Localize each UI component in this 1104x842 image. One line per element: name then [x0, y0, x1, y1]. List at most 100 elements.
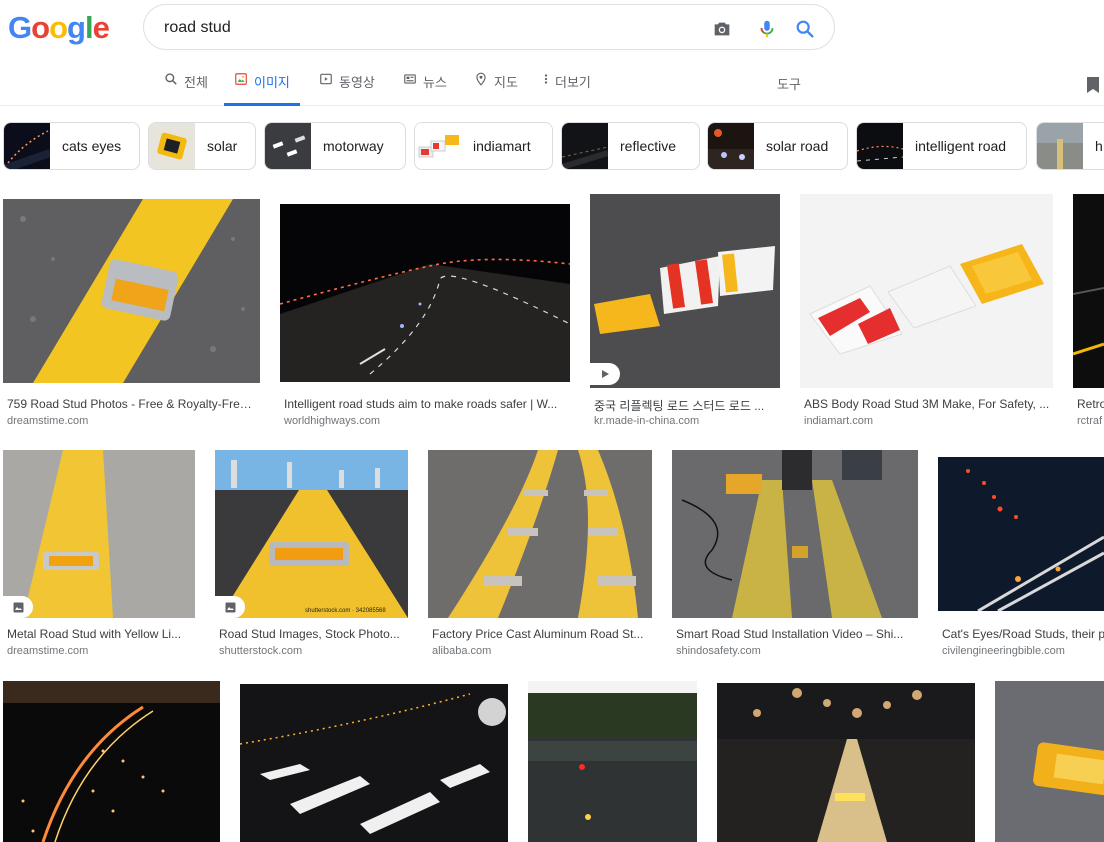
- image-icon: [235, 73, 247, 85]
- chip-solar-road[interactable]: solar road: [707, 122, 848, 170]
- logo-letter: G: [8, 10, 32, 45]
- image-result[interactable]: Metal Road Stud with Yellow Li... dreams…: [3, 450, 195, 660]
- chip-thumbnail: [857, 123, 903, 169]
- image-result[interactable]: [995, 681, 1104, 842]
- google-images-page: Google 전체 이미지 동영상: [0, 0, 1104, 842]
- result-title: Factory Price Cast Aluminum Road St...: [432, 627, 644, 641]
- result-source: dreamstime.com: [7, 645, 89, 657]
- tab-news[interactable]: 뉴스: [403, 72, 447, 106]
- result-title: Smart Road Stud Installation Video – Shi…: [676, 627, 904, 641]
- result-thumbnail: [800, 194, 1053, 388]
- watermark: shutterstock.com · 342085568: [305, 608, 386, 614]
- image-result[interactable]: 중국 리플렉팅 로드 스터드 로드 ... kr.made-in-china.c…: [590, 194, 780, 429]
- result-thumbnail: [672, 450, 918, 618]
- image-result[interactable]: [3, 681, 220, 842]
- result-source: alibaba.com: [432, 645, 492, 657]
- tab-label: 지도: [494, 75, 518, 90]
- image-result[interactable]: ABS Body Road Stud 3M Make, For Safety, …: [800, 194, 1053, 429]
- result-title: Retro: [1077, 397, 1104, 411]
- chip-label: reflective: [620, 138, 677, 154]
- image-result[interactable]: [717, 683, 975, 842]
- logo-letter: e: [92, 10, 110, 45]
- image-result[interactable]: Cat's Eyes/Road Studs, their p civilengi…: [938, 457, 1104, 660]
- chip-indiamart[interactable]: indiamart: [414, 122, 553, 170]
- chip-more[interactable]: h: [1036, 122, 1104, 170]
- image-result[interactable]: Retro rctraf: [1073, 194, 1104, 429]
- image-result[interactable]: [528, 681, 697, 842]
- chip-thumbnail: [4, 123, 50, 169]
- chip-motorway[interactable]: motorway: [264, 122, 406, 170]
- tab-label: 뉴스: [423, 75, 447, 90]
- chip-label: solar road: [766, 138, 829, 154]
- result-thumbnail: [3, 199, 260, 383]
- result-thumbnail: [215, 450, 408, 618]
- image-result[interactable]: Intelligent road studs aim to make roads…: [280, 199, 570, 429]
- result-thumbnail: [3, 450, 195, 618]
- tab-videos[interactable]: 동영상: [319, 72, 375, 106]
- result-title: ABS Body Road Stud 3M Make, For Safety, …: [804, 397, 1050, 411]
- search-tabs: 전체 이미지 동영상 뉴스 지도 더보기 도구: [0, 60, 1104, 106]
- tools-button[interactable]: 도구: [777, 74, 801, 93]
- chip-thumbnail: [149, 123, 195, 169]
- result-thumbnail: [938, 457, 1104, 611]
- result-source: shindosafety.com: [676, 645, 761, 657]
- microphone-icon[interactable]: [756, 18, 778, 40]
- news-icon: [404, 74, 416, 84]
- chip-cats-eyes[interactable]: cats eyes: [3, 122, 140, 170]
- chip-label: solar: [207, 138, 238, 154]
- tab-label: 더보기: [555, 75, 591, 90]
- image-result[interactable]: Smart Road Stud Installation Video – Shi…: [672, 450, 918, 660]
- result-source: kr.made-in-china.com: [594, 415, 700, 427]
- image-result[interactable]: shutterstock.com · 342085568 Road Stud I…: [215, 450, 408, 660]
- image-badge-icon: [3, 596, 33, 618]
- result-title: Road Stud Images, Stock Photo...: [219, 627, 400, 641]
- tab-images[interactable]: 이미지: [224, 72, 300, 106]
- result-source: worldhighways.com: [284, 415, 380, 427]
- chip-thumbnail: [265, 123, 311, 169]
- search-box: [143, 4, 835, 50]
- chip-solar[interactable]: solar: [148, 122, 256, 170]
- result-source: rctraf: [1077, 415, 1103, 427]
- result-thumbnail: [3, 681, 220, 842]
- chip-reflective[interactable]: reflective: [561, 122, 700, 170]
- image-badge-icon: [215, 596, 245, 618]
- tab-label: 전체: [184, 75, 208, 90]
- tab-all[interactable]: 전체: [164, 72, 208, 106]
- result-thumbnail: [240, 684, 508, 842]
- result-title: 중국 리플렉팅 로드 스터드 로드 ...: [594, 399, 765, 413]
- result-thumbnail: [428, 450, 652, 618]
- tab-more[interactable]: 더보기: [543, 72, 591, 106]
- image-result[interactable]: Factory Price Cast Aluminum Road St... a…: [428, 450, 652, 660]
- result-source: shutterstock.com: [219, 645, 303, 657]
- search-icon[interactable]: [794, 18, 816, 40]
- logo-letter: o: [49, 10, 68, 45]
- chip-thumbnail: [1037, 123, 1083, 169]
- result-title: Metal Road Stud with Yellow Li...: [7, 627, 182, 641]
- result-thumbnail: [280, 204, 570, 382]
- google-logo[interactable]: Google: [8, 10, 110, 46]
- logo-letter: g: [67, 10, 86, 45]
- result-source: indiamart.com: [804, 415, 874, 427]
- chip-label: indiamart: [473, 138, 531, 154]
- chip-label: h: [1095, 138, 1103, 154]
- tab-label: 이미지: [254, 75, 290, 90]
- result-thumbnail: [995, 681, 1104, 842]
- tab-maps[interactable]: 지도: [474, 72, 518, 106]
- chip-label: motorway: [323, 138, 384, 154]
- search-input[interactable]: [164, 17, 684, 39]
- play-icon: [590, 363, 620, 385]
- logo-letter: l: [84, 10, 94, 45]
- result-source: dreamstime.com: [7, 415, 89, 427]
- result-source: civilengineeringbible.com: [942, 645, 1065, 657]
- camera-icon[interactable]: [711, 18, 733, 40]
- result-thumbnail: [1073, 194, 1104, 388]
- tab-label: 동영상: [339, 75, 375, 90]
- chip-thumbnail: [415, 123, 461, 169]
- bookmark-icon[interactable]: [1086, 76, 1100, 94]
- chip-intelligent-road[interactable]: intelligent road: [856, 122, 1027, 170]
- search-icon: [165, 73, 177, 85]
- more-vert-icon: [544, 74, 548, 84]
- image-result[interactable]: 759 Road Stud Photos - Free & Royalty-Fr…: [3, 199, 260, 429]
- chip-label: intelligent road: [915, 138, 1007, 154]
- image-result[interactable]: [240, 684, 508, 842]
